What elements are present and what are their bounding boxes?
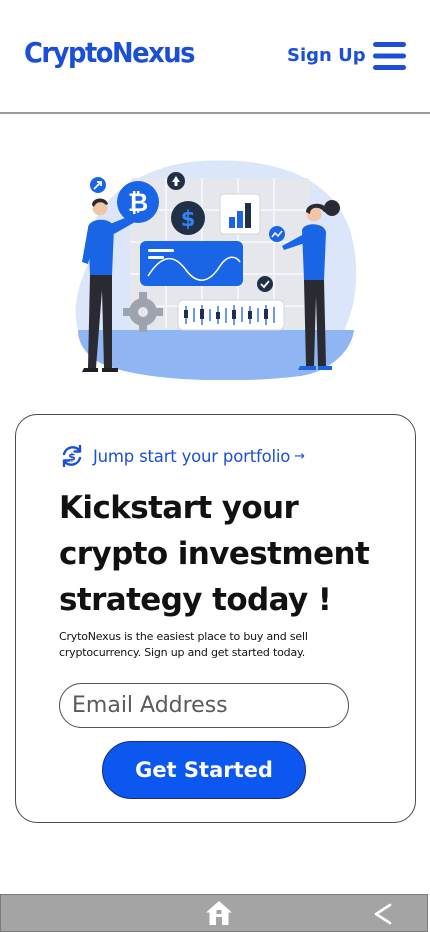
description-line: CrytoNexus is the easiest place to buy a… bbox=[59, 630, 308, 643]
description: CrytoNexus is the easiest place to buy a… bbox=[59, 629, 359, 661]
page-title: Kickstart your crypto investment strateg… bbox=[59, 485, 399, 623]
header: CryptoNexus Sign Up bbox=[0, 0, 430, 114]
svg-text:₿: ₿ bbox=[128, 188, 148, 217]
refresh-dollar-icon: $ bbox=[62, 444, 82, 468]
logo[interactable]: CryptoNexus bbox=[24, 36, 195, 69]
crypto-investment-illustration: ₿ $ bbox=[75, 160, 357, 380]
tagline[interactable]: $ Jump start your portfolio → bbox=[59, 443, 305, 469]
email-field[interactable] bbox=[59, 683, 349, 728]
svg-text:$: $ bbox=[181, 207, 196, 231]
bottom-navigation-bar bbox=[0, 894, 428, 932]
headline-line: Kickstart your bbox=[59, 490, 299, 526]
headline-line: crypto investment bbox=[59, 536, 370, 572]
headline-line: strategy today ! bbox=[59, 582, 332, 618]
home-icon[interactable] bbox=[205, 900, 233, 926]
sign-up-link[interactable]: Sign Up bbox=[287, 45, 366, 66]
tagline-text: Jump start your portfolio bbox=[93, 446, 291, 466]
arrow-right-icon: → bbox=[294, 448, 306, 464]
get-started-button[interactable]: Get Started bbox=[102, 741, 306, 799]
page: CryptoNexus Sign Up ₿ $ $ Jump start you… bbox=[0, 0, 430, 932]
hamburger-menu-icon[interactable] bbox=[373, 42, 406, 70]
description-line: cryptocurrency. Sign up and get started … bbox=[59, 646, 306, 659]
back-chevron-icon[interactable] bbox=[371, 902, 395, 926]
signup-card: $ Jump start your portfolio → Kickstart … bbox=[15, 414, 416, 823]
svg-text:$: $ bbox=[68, 451, 76, 464]
